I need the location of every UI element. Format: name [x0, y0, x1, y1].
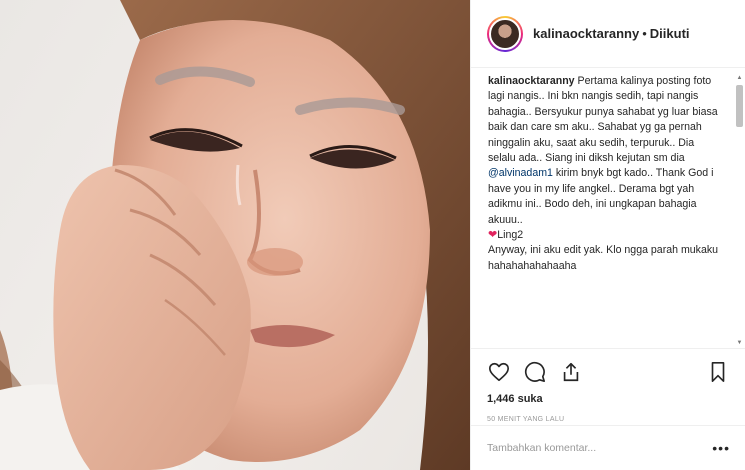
bookmark-icon [711, 362, 725, 382]
caption-username[interactable]: kalinaocktaranny [488, 75, 575, 87]
save-button[interactable] [706, 360, 730, 384]
comment-box: ••• [471, 425, 745, 470]
avatar-image [489, 17, 521, 50]
comment-input[interactable] [487, 442, 713, 454]
scroll-thumb[interactable] [736, 85, 743, 127]
avatar[interactable] [487, 15, 523, 52]
header-separator: • [642, 26, 647, 41]
like-count[interactable]: 1,446 suka [487, 393, 730, 405]
action-icon-row [487, 359, 730, 385]
share-button[interactable] [559, 360, 583, 384]
post-header: kalinaocktaranny • Diikuti [471, 0, 745, 68]
caption-text-3: Ling2 [497, 229, 524, 242]
caption: kalinaocktaranny Pertama kalinya posting… [488, 74, 724, 274]
instagram-post-window: kalinaocktaranny • Diikuti kalinaocktarann… [0, 0, 745, 470]
share-icon [563, 362, 579, 382]
post-side-panel: kalinaocktaranny • Diikuti kalinaocktarann… [470, 0, 745, 470]
follow-status-button[interactable]: Diikuti [650, 26, 690, 41]
more-options-icon[interactable]: ••• [712, 440, 730, 456]
caption-area: kalinaocktaranny Pertama kalinya posting… [471, 68, 745, 348]
caption-mention-link[interactable]: @alvinadam1 [488, 167, 553, 179]
heart-outline-icon [489, 362, 509, 382]
post-timestamp[interactable]: 50 MENIT YANG LALU [487, 416, 730, 423]
post-photo[interactable] [0, 0, 470, 470]
comment-button[interactable] [523, 360, 547, 384]
scroll-down-arrow-icon[interactable]: ▼ [736, 340, 743, 347]
caption-scrollbar[interactable]: ▲ ▼ [736, 75, 743, 347]
red-heart-icon: ❤ [488, 229, 498, 242]
caption-text-1: Pertama kalinya posting foto lagi nangis… [488, 75, 718, 165]
header-text: kalinaocktaranny • Diikuti [533, 26, 690, 41]
crying-woman-photo [0, 0, 470, 470]
post-actions: 1,446 suka 50 MENIT YANG LALU [471, 348, 745, 423]
caption-text-4: Anyway, ini aku edit yak. Klo ngga parah… [488, 244, 719, 272]
comment-bubble-icon [524, 361, 545, 382]
header-username[interactable]: kalinaocktaranny [533, 26, 639, 41]
like-button[interactable] [487, 360, 511, 384]
scroll-up-arrow-icon[interactable]: ▲ [736, 75, 743, 82]
